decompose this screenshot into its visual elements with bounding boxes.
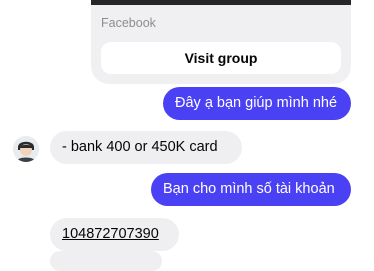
avatar-icon xyxy=(13,136,39,162)
card-source-label: Facebook xyxy=(101,16,156,30)
card-preview-image xyxy=(91,0,351,5)
sender-avatar[interactable] xyxy=(13,136,39,162)
outgoing-message[interactable]: Đây ạ bạn giúp mình nhé xyxy=(163,87,351,120)
incoming-message-partial[interactable] xyxy=(50,251,162,271)
incoming-message-account-number[interactable]: 104872707390 xyxy=(50,218,179,251)
outgoing-message[interactable]: Bạn cho mình số tài khoản xyxy=(151,173,351,206)
shared-group-card[interactable]: Facebook Visit group xyxy=(91,0,351,84)
incoming-message[interactable]: - bank 400 or 450K card xyxy=(50,131,242,164)
visit-group-button[interactable]: Visit group xyxy=(101,42,341,74)
